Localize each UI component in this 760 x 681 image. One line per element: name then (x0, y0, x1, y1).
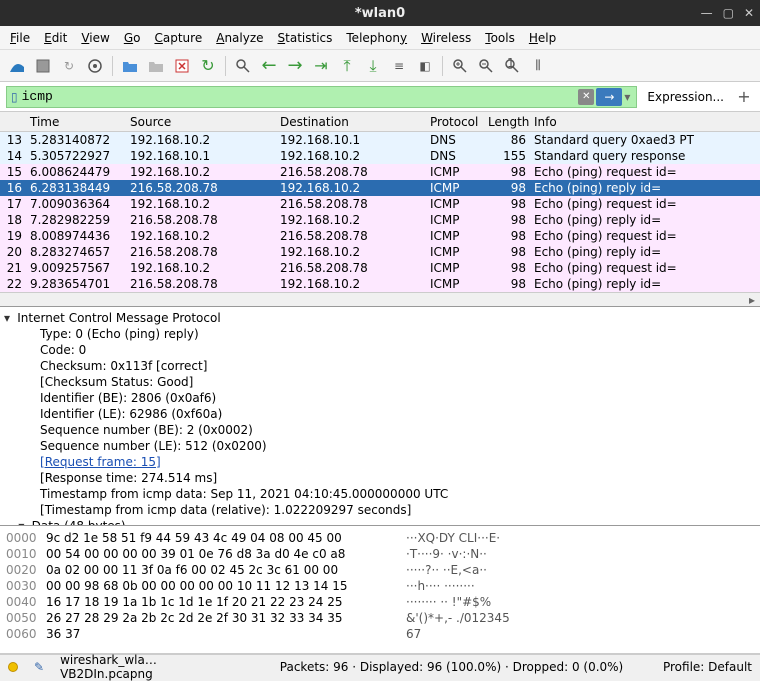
hex-row[interactable]: 005026 27 28 29 2a 2b 2c 2d 2e 2f 30 31 … (6, 610, 754, 626)
zoom-out-icon[interactable] (475, 55, 497, 77)
tree-toggle-icon[interactable]: ▾ (4, 311, 10, 325)
status-profile[interactable]: Profile: Default (663, 660, 752, 674)
hex-row[interactable]: 003000 00 98 68 0b 00 00 00 00 00 10 11 … (6, 578, 754, 594)
svg-text:1: 1 (507, 58, 515, 70)
menu-wireless[interactable]: Wireless (421, 31, 471, 45)
prev-packet-icon[interactable]: ← (258, 55, 280, 77)
detail-line: [Checksum Status: Good] (40, 375, 193, 389)
col-destination[interactable]: Destination (276, 115, 426, 129)
resize-columns-icon[interactable]: ⫼ (527, 55, 549, 77)
last-packet-icon[interactable]: ⤓ (362, 55, 384, 77)
col-source[interactable]: Source (126, 115, 276, 129)
expert-info-icon[interactable] (8, 662, 18, 672)
hex-row[interactable]: 004016 17 18 19 1a 1b 1c 1d 1e 1f 20 21 … (6, 594, 754, 610)
packet-bytes-pane[interactable]: 00009c d2 1e 58 51 f9 44 59 43 4c 49 04 … (0, 526, 760, 654)
close-button[interactable]: ✕ (744, 6, 754, 20)
menu-tools[interactable]: Tools (485, 31, 515, 45)
table-row[interactable]: 219.009257567192.168.10.2216.58.208.78IC… (0, 260, 760, 276)
autoscroll-icon[interactable]: ≡ (388, 55, 410, 77)
reload-icon[interactable]: ↻ (197, 55, 219, 77)
table-row[interactable]: 198.008974436192.168.10.2216.58.208.78IC… (0, 228, 760, 244)
menu-edit[interactable]: Edit (44, 31, 67, 45)
table-row[interactable]: 187.282982259216.58.208.78192.168.10.2IC… (0, 212, 760, 228)
menu-statistics[interactable]: Statistics (278, 31, 333, 45)
status-packets: Packets: 96 · Displayed: 96 (100.0%) · D… (256, 660, 647, 674)
table-row[interactable]: 177.009036364192.168.10.2216.58.208.78IC… (0, 196, 760, 212)
zoom-reset-icon[interactable]: 1 (501, 55, 523, 77)
apply-filter-icon[interactable]: → (596, 88, 622, 106)
table-row[interactable]: 135.283140872192.168.10.2192.168.10.1DNS… (0, 132, 760, 148)
display-filter-input[interactable] (22, 89, 579, 104)
h-scrollbar[interactable]: ▸ (0, 292, 760, 306)
stop-capture-icon[interactable] (32, 55, 54, 77)
col-info[interactable]: Info (530, 115, 760, 129)
status-bar: ✎ wireshark_wla…VB2DIn.pcapng Packets: 9… (0, 654, 760, 678)
detail-line: Identifier (LE): 62986 (0xf60a) (40, 407, 222, 421)
detail-line: Timestamp from icmp data: Sep 11, 2021 0… (40, 487, 448, 501)
capture-options-icon[interactable] (84, 55, 106, 77)
data-header: Data (48 bytes) (32, 519, 126, 526)
clear-filter-icon[interactable]: ✕ (578, 89, 594, 105)
next-packet-icon[interactable]: → (284, 55, 306, 77)
find-icon[interactable] (232, 55, 254, 77)
filter-dropdown-icon[interactable]: ▾ (622, 90, 632, 104)
proto-header: Internet Control Message Protocol (17, 311, 220, 325)
save-file-icon[interactable] (145, 55, 167, 77)
col-time[interactable]: Time (26, 115, 126, 129)
packet-details-pane[interactable]: ▾ Internet Control Message Protocol Type… (0, 307, 760, 526)
detail-line: Type: 0 (Echo (ping) reply) (40, 327, 199, 341)
col-length[interactable]: Length (484, 115, 530, 129)
restart-capture-icon[interactable]: ↻ (58, 55, 80, 77)
menu-help[interactable]: Help (529, 31, 556, 45)
colorize-icon[interactable]: ◧ (414, 55, 436, 77)
shark-fin-icon[interactable] (6, 55, 28, 77)
table-row[interactable]: 156.008624479192.168.10.2216.58.208.78IC… (0, 164, 760, 180)
packet-list-pane: Time Source Destination Protocol Length … (0, 112, 760, 307)
hex-row[interactable]: 00200a 02 00 00 11 3f 0a f6 00 02 45 2c … (6, 562, 754, 578)
detail-line: Identifier (BE): 2806 (0x0af6) (40, 391, 216, 405)
detail-line: [Response time: 274.514 ms] (40, 471, 217, 485)
display-filter-input-box[interactable]: ▯ ✕ → ▾ (6, 86, 637, 108)
edit-icon[interactable]: ✎ (34, 660, 44, 674)
table-row[interactable]: 166.283138449216.58.208.78192.168.10.2IC… (0, 180, 760, 196)
expression-button[interactable]: Expression... (641, 90, 730, 104)
table-row[interactable]: 145.305722927192.168.10.1192.168.10.2DNS… (0, 148, 760, 164)
open-file-icon[interactable] (119, 55, 141, 77)
detail-line: Code: 0 (40, 343, 86, 357)
menu-capture[interactable]: Capture (154, 31, 202, 45)
request-frame-link[interactable]: [Request frame: 15] (40, 455, 161, 469)
hex-row[interactable]: 006036 37 67 (6, 626, 754, 642)
filter-bar: ▯ ✕ → ▾ Expression... + (0, 82, 760, 112)
packet-list-header[interactable]: Time Source Destination Protocol Length … (0, 112, 760, 132)
status-file: wireshark_wla…VB2DIn.pcapng (60, 653, 240, 681)
close-file-icon[interactable] (171, 55, 193, 77)
maximize-button[interactable]: ▢ (723, 6, 734, 20)
minimize-button[interactable]: — (701, 6, 713, 20)
titlebar: *wlan0 — ▢ ✕ (0, 0, 760, 26)
menu-telephony[interactable]: Telephony (346, 31, 407, 45)
packet-list[interactable]: 135.283140872192.168.10.2192.168.10.1DNS… (0, 132, 760, 292)
menubar: File Edit View Go Capture Analyze Statis… (0, 26, 760, 50)
hex-row[interactable]: 00009c d2 1e 58 51 f9 44 59 43 4c 49 04 … (6, 530, 754, 546)
detail-line: [Timestamp from icmp data (relative): 1.… (40, 503, 411, 517)
menu-analyze[interactable]: Analyze (216, 31, 263, 45)
zoom-in-icon[interactable] (449, 55, 471, 77)
tree-toggle-icon[interactable]: ▾ (18, 519, 24, 526)
add-filter-button[interactable]: + (734, 87, 754, 106)
bookmark-icon[interactable]: ▯ (11, 90, 18, 104)
menu-view[interactable]: View (81, 31, 109, 45)
col-protocol[interactable]: Protocol (426, 115, 484, 129)
table-row[interactable]: 208.283274657216.58.208.78192.168.10.2IC… (0, 244, 760, 260)
hex-row[interactable]: 001000 54 00 00 00 00 39 01 0e 76 d8 3a … (6, 546, 754, 562)
goto-packet-icon[interactable]: ⇥ (310, 55, 332, 77)
menu-go[interactable]: Go (124, 31, 141, 45)
table-row[interactable]: 229.283654701216.58.208.78192.168.10.2IC… (0, 276, 760, 292)
first-packet-icon[interactable]: ⤒ (336, 55, 358, 77)
detail-line: Sequence number (LE): 512 (0x0200) (40, 439, 267, 453)
window-title: *wlan0 (355, 6, 405, 21)
menu-file[interactable]: File (10, 31, 30, 45)
toolbar: ↻ ↻ ← → ⇥ ⤒ ⤓ ≡ ◧ 1 ⫼ (0, 50, 760, 82)
detail-line: Checksum: 0x113f [correct] (40, 359, 207, 373)
detail-line: Sequence number (BE): 2 (0x0002) (40, 423, 253, 437)
